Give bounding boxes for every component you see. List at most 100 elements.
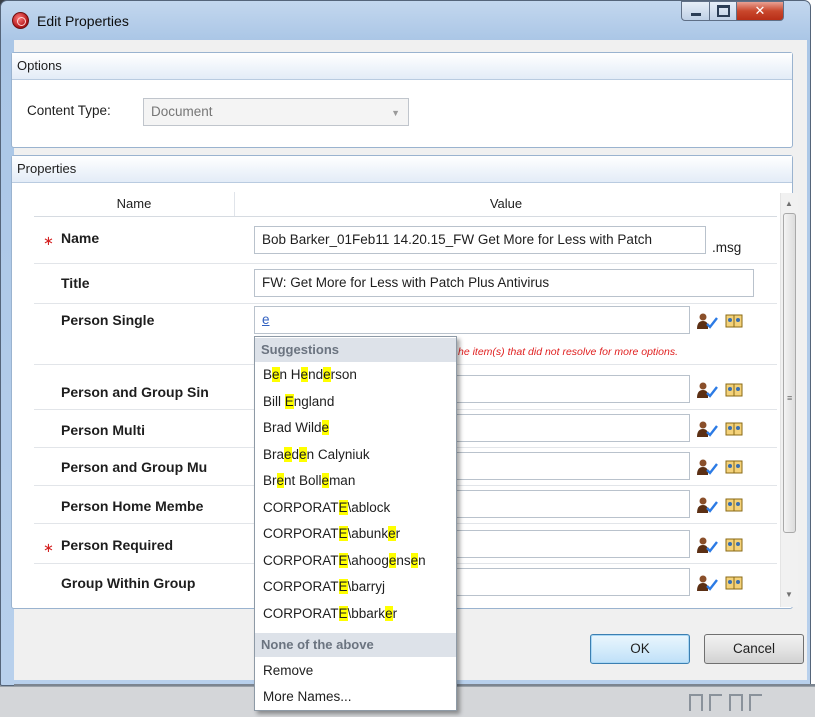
match-highlight: E xyxy=(338,499,348,515)
match-highlight: E xyxy=(284,393,294,409)
suggestion-text: Br xyxy=(263,473,277,488)
suggestion-item[interactable]: CORPORATE\abunker xyxy=(263,526,400,541)
app-icon xyxy=(12,12,29,29)
grip-icon: ≡ xyxy=(787,393,793,403)
suggestion-item[interactable]: Brad Wilde xyxy=(263,420,330,435)
suggestion-item[interactable]: Brent Bolleman xyxy=(263,473,355,488)
suggestions-dropdown: Suggestions Ben Henderson Bill England Bra… xyxy=(254,336,457,711)
properties-header: Properties xyxy=(12,156,792,183)
suggestion-item[interactable]: CORPORATE\ablock xyxy=(263,499,390,515)
person-check-icon[interactable] xyxy=(696,381,718,399)
remove-option[interactable]: Remove xyxy=(263,663,313,678)
address-book-icon[interactable] xyxy=(725,537,743,553)
match-highlight: e xyxy=(276,473,285,488)
row-label-group-within-group: Group Within Group xyxy=(61,575,196,591)
person-check-icon[interactable] xyxy=(696,536,718,554)
match-highlight: e xyxy=(388,526,396,541)
scrollbar-thumb[interactable]: ≡ xyxy=(783,213,796,533)
suggestion-text: r xyxy=(395,526,401,541)
row-label-person-home-member: Person Home Membe xyxy=(61,498,204,514)
row-label-person-multi: Person Multi xyxy=(61,422,146,438)
content-type-select[interactable]: Document ▼ xyxy=(143,98,409,126)
person-check-icon[interactable] xyxy=(696,420,718,438)
maximize-icon xyxy=(716,5,730,17)
title-field[interactable]: FW: Get More for Less with Patch Plus An… xyxy=(254,269,754,297)
file-extension: .msg xyxy=(712,240,742,255)
match-highlight: e xyxy=(385,605,393,621)
row-divider xyxy=(34,263,777,264)
column-header-name[interactable]: Name xyxy=(34,192,235,216)
scroll-down-icon[interactable]: ▼ xyxy=(785,590,793,599)
content-type-label: Content Type: xyxy=(27,103,111,118)
resolve-error-message: he item(s) that did not resolve for more… xyxy=(458,346,679,358)
suggestion-text: r xyxy=(392,605,398,621)
address-book-icon[interactable] xyxy=(725,497,743,513)
required-star-icon: ∗ xyxy=(43,540,54,555)
match-highlight: e xyxy=(299,446,307,462)
ok-button[interactable]: OK xyxy=(590,634,690,664)
match-highlight: e xyxy=(300,367,309,382)
match-highlight: E xyxy=(338,552,348,568)
row-label-person-group-single: Person and Group Sin xyxy=(61,384,209,400)
suggestion-text: rson xyxy=(330,367,357,382)
cancel-button[interactable]: Cancel xyxy=(704,634,804,664)
window-bottom-edge xyxy=(14,684,254,686)
person-check-icon[interactable] xyxy=(696,312,718,330)
scroll-up-icon[interactable]: ▲ xyxy=(785,199,793,208)
match-highlight: e xyxy=(321,473,330,488)
minimize-button[interactable] xyxy=(681,1,710,21)
person-single-field[interactable]: e xyxy=(254,306,690,334)
suggestion-text: d xyxy=(291,446,300,462)
required-star-icon: ∗ xyxy=(43,233,54,248)
match-highlight: E xyxy=(338,526,348,541)
more-names-option[interactable]: More Names... xyxy=(263,689,352,704)
suggestion-text: \ahoog xyxy=(347,552,389,568)
suggestion-text: \abunk xyxy=(347,526,389,541)
content-type-value: Document xyxy=(151,104,213,119)
window-bottom-edge xyxy=(457,684,815,686)
row-label-title: Title xyxy=(61,275,90,291)
close-button[interactable]: ✕ xyxy=(736,1,784,21)
background-logo-fragment xyxy=(689,694,762,711)
match-highlight: E xyxy=(338,605,348,621)
none-of-above-header: None of the above xyxy=(255,633,456,657)
match-highlight: e xyxy=(284,446,292,462)
row-divider xyxy=(34,303,777,304)
title-bar[interactable]: Edit Properties ✕ xyxy=(1,1,810,41)
suggestion-text: nt Boll xyxy=(284,473,322,488)
address-book-icon[interactable] xyxy=(725,459,743,475)
suggestion-text: Bill xyxy=(263,393,285,409)
maximize-button[interactable] xyxy=(709,1,737,21)
suggestion-text: CORPORAT xyxy=(263,605,339,621)
address-book-icon[interactable] xyxy=(725,313,743,329)
address-book-icon[interactable] xyxy=(725,421,743,437)
suggestion-item[interactable]: Ben Henderson xyxy=(263,367,357,382)
suggestion-item[interactable]: CORPORATE\barryj xyxy=(263,579,385,594)
person-check-icon[interactable] xyxy=(696,458,718,476)
suggestion-item[interactable]: CORPORATE\ahoogensen xyxy=(263,552,426,568)
suggestion-text: ngland xyxy=(293,393,335,409)
suggestion-text: n Calyniuk xyxy=(306,446,370,462)
suggestion-item[interactable]: Bill England xyxy=(263,393,335,409)
address-book-icon[interactable] xyxy=(725,382,743,398)
suggestion-item[interactable]: CORPORATE\bbarker xyxy=(263,605,398,621)
suggestions-header: Suggestions xyxy=(255,338,456,362)
row-label-name: Name xyxy=(61,230,100,246)
suggestion-item[interactable]: Braeden Calyniuk xyxy=(263,446,370,462)
suggestion-text: man xyxy=(329,473,356,488)
person-check-icon[interactable] xyxy=(696,574,718,592)
minimize-icon xyxy=(690,12,701,16)
suggestion-text: ns xyxy=(396,552,411,568)
options-header: Options xyxy=(12,53,792,80)
close-icon: ✕ xyxy=(754,3,766,18)
match-highlight: e xyxy=(410,552,419,568)
suggestion-text: n xyxy=(418,552,426,568)
address-book-icon[interactable] xyxy=(725,575,743,591)
match-highlight: e xyxy=(323,367,331,382)
properties-scrollbar[interactable]: ▲ ≡ ▼ xyxy=(780,193,798,607)
name-field[interactable]: Bob Barker_01Feb11 14.20.15_FW Get More … xyxy=(254,226,706,254)
person-check-icon[interactable] xyxy=(696,496,718,514)
grid-header: Name Value xyxy=(34,192,777,217)
column-header-value[interactable]: Value xyxy=(235,192,777,216)
row-label-person-required: Person Required xyxy=(61,537,174,553)
